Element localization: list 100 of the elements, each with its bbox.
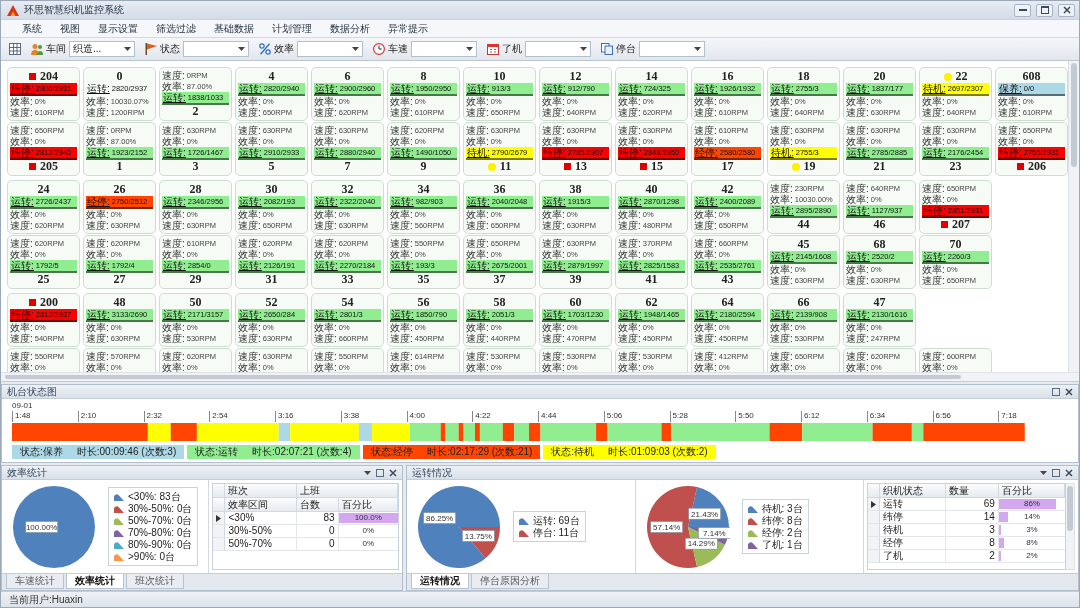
status-label: 运转: <box>923 147 946 158</box>
status-label: 运转: <box>87 260 110 271</box>
machine-number: 18 <box>797 70 810 83</box>
metric-label: 效率: <box>542 249 565 260</box>
machine-number: 25 <box>37 273 50 286</box>
vertical-scrollbar[interactable] <box>1066 483 1075 570</box>
metric-label: 效率: <box>238 136 261 147</box>
metric-label: 效率: <box>86 362 109 372</box>
menu-item[interactable]: 视图 <box>51 21 89 36</box>
column-header[interactable]: 台数 <box>296 498 339 512</box>
row-indicator[interactable] <box>213 512 226 525</box>
metric-label: 速度: <box>694 238 717 249</box>
metric-label: 效率: <box>466 249 489 260</box>
table-cell: 14 <box>946 511 999 524</box>
dropdown-field[interactable] <box>183 41 249 57</box>
panel-tab[interactable]: 运转情况 <box>411 574 469 589</box>
table-cell: 0 <box>296 538 339 551</box>
panel-tab[interactable]: 班次统计 <box>126 574 184 589</box>
panel-tab[interactable]: 停台原因分析 <box>471 574 549 589</box>
metric-label: 效率: <box>238 96 261 107</box>
status-label: 运转: <box>87 83 110 94</box>
metric-label: 速度: <box>770 275 793 286</box>
metric-label: 速度: <box>846 275 869 286</box>
time-label: 5:28 <box>672 411 689 420</box>
metric-label: 速度: <box>390 107 413 118</box>
machine-number: 68 <box>873 238 886 251</box>
machine-number: 16 <box>721 70 734 83</box>
time-label: 3:16 <box>278 411 294 420</box>
table-cell: 0 <box>296 525 339 538</box>
dropdown-field[interactable] <box>297 41 363 57</box>
dropdown-field[interactable] <box>639 41 705 57</box>
column-header[interactable]: 百分比 <box>338 498 398 512</box>
machine-number: 12 <box>569 70 582 83</box>
column-header[interactable]: 百分比 <box>998 484 1065 498</box>
caret-icon <box>694 47 701 51</box>
column-header[interactable]: 效率区间 <box>225 498 297 512</box>
close-button[interactable] <box>1058 3 1075 17</box>
machine-number: 21 <box>873 160 886 173</box>
metric-label: 效率: <box>618 136 641 147</box>
machine-number: 66 <box>797 296 810 309</box>
window-icon <box>1052 468 1060 477</box>
metric-label: 速度: <box>618 238 641 249</box>
duration-text: 时长:01:09:03 (次数:2) <box>608 446 708 458</box>
metric-label: 速度: <box>542 238 565 249</box>
panel-tab[interactable]: 车速统计 <box>6 574 64 589</box>
metric-label: 效率: <box>238 362 261 372</box>
pages-icon <box>601 43 613 55</box>
column-header[interactable]: 织机状态 <box>880 484 947 498</box>
time-label: 5:50 <box>738 411 754 420</box>
row-indicator[interactable] <box>868 498 880 511</box>
menu-item[interactable]: 异常提示 <box>379 21 437 36</box>
window-title: 环思智慧织机监控系统 <box>24 4 125 16</box>
dropdown-field[interactable] <box>411 41 477 57</box>
machine-number: 7 <box>344 160 351 173</box>
menu-item[interactable]: 数据分析 <box>321 21 379 36</box>
menu-item[interactable]: 基础数据 <box>205 21 263 36</box>
metric-label: 效率: <box>314 322 337 333</box>
time-label: 5:06 <box>606 411 623 420</box>
legend-label: 停台: 11台 <box>533 527 579 538</box>
dropdown-field[interactable]: 织造... <box>69 41 135 57</box>
calendar-icon <box>487 43 499 55</box>
panel-tab[interactable]: 效率统计 <box>66 574 124 589</box>
metric-label: 速度: <box>466 238 489 249</box>
table-cell: 纬停 <box>880 511 947 524</box>
machine-number: 204 <box>40 70 58 83</box>
column-header[interactable]: 数量 <box>946 484 999 498</box>
time-label: 1:48 <box>15 411 31 420</box>
metric-label: 效率: <box>314 249 337 260</box>
status-label: 运转: <box>467 196 490 207</box>
metric-label: 效率: <box>162 322 185 333</box>
legend-label: <30%: 83台 <box>128 491 181 502</box>
time-label: 6:56 <box>935 411 952 420</box>
metric-label: 效率: <box>10 322 33 333</box>
status-label: 纬停: <box>923 205 946 216</box>
metric-label: 效率: <box>542 362 565 372</box>
machine-number: 9 <box>420 160 427 173</box>
status-label: 运转: <box>11 196 34 207</box>
maximize-button[interactable] <box>1036 3 1053 17</box>
horizontal-scrollbar[interactable] <box>1 372 1079 381</box>
table-cell: <30% <box>225 512 297 525</box>
status-label: 运转: <box>923 251 946 262</box>
vertical-scrollbar[interactable] <box>1068 61 1079 372</box>
percent-text: 86% <box>1023 499 1040 509</box>
minimize-button[interactable] <box>1014 3 1031 17</box>
metric-label: 速度: <box>314 125 337 136</box>
menu-item[interactable]: 计划管理 <box>263 21 321 36</box>
status-label: 纬停: <box>11 147 34 158</box>
legend-label: 运转: 69台 <box>533 515 580 526</box>
status-label: 运转: <box>239 147 262 158</box>
menu-item[interactable]: 筛选过滤 <box>147 21 205 36</box>
menu-item[interactable]: 系统 <box>13 21 51 36</box>
machine-number: 17 <box>721 160 734 173</box>
status-text: 当前用户:Huaxin <box>9 593 83 606</box>
machine-number: 36 <box>493 183 506 196</box>
metric-label: 速度: <box>466 220 489 231</box>
dropdown-field[interactable] <box>525 41 591 57</box>
machine-number: 39 <box>569 273 582 286</box>
machine-number: 44 <box>797 218 810 231</box>
metric-label: 效率: <box>694 209 717 220</box>
menu-item[interactable]: 显示设置 <box>89 21 147 36</box>
